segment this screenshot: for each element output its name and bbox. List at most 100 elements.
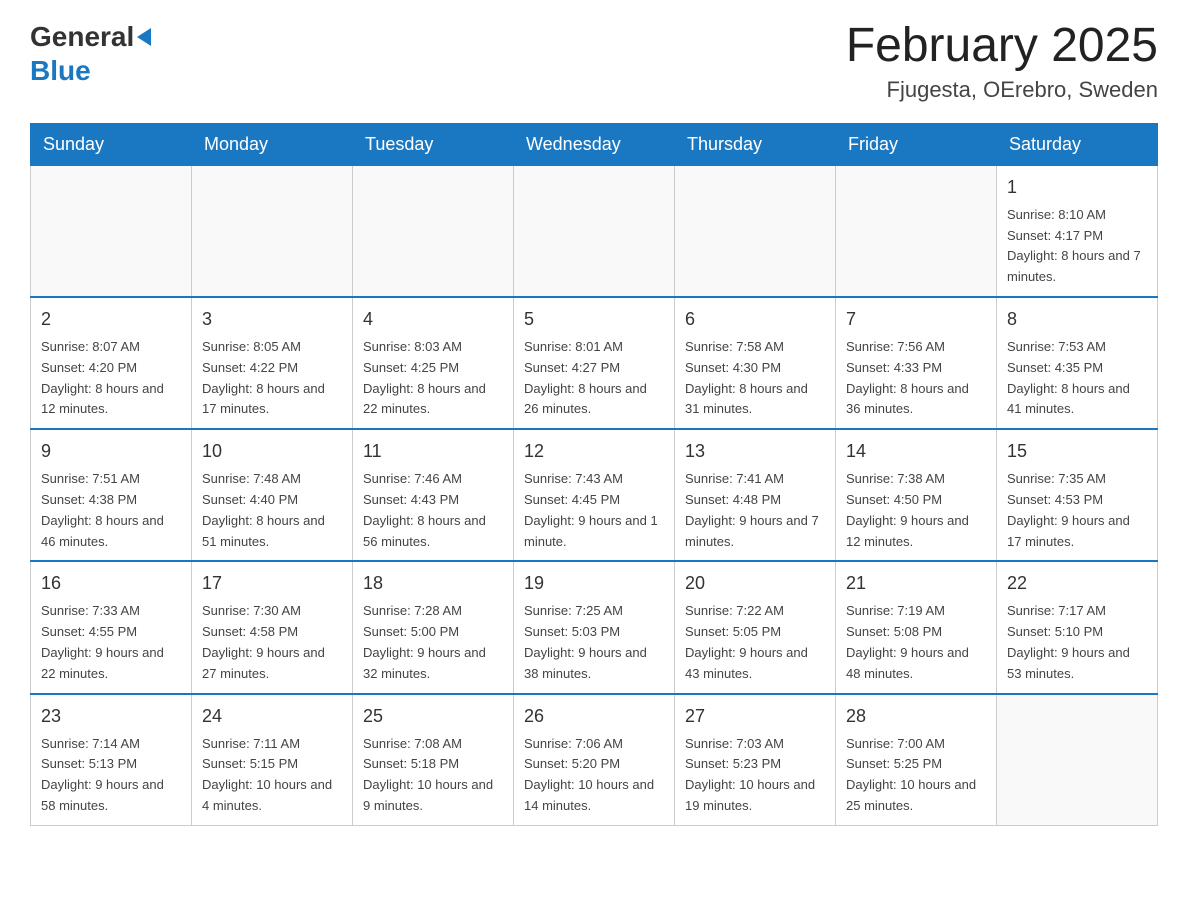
day-info: Sunrise: 7:53 AM Sunset: 4:35 PM Dayligh… xyxy=(1007,337,1147,420)
day-number: 18 xyxy=(363,570,503,597)
calendar-day-cell: 22 Sunrise: 7:17 AM Sunset: 5:10 PM Dayli… xyxy=(997,561,1158,693)
calendar-day-cell: 2 Sunrise: 8:07 AM Sunset: 4:20 PM Daylig… xyxy=(31,297,192,429)
calendar-day-cell: 26Sunrise: 7:06 AM Sunset: 5:20 PM Dayli… xyxy=(514,694,675,826)
calendar-week-row: 1 Sunrise: 8:10 AM Sunset: 4:17 PM Daylig… xyxy=(31,165,1158,297)
day-info: Sunrise: 7:48 AM Sunset: 4:40 PM Dayligh… xyxy=(202,469,342,552)
calendar-day-cell: 9Sunrise: 7:51 AM Sunset: 4:38 PM Daylig… xyxy=(31,429,192,561)
calendar-week-row: 2 Sunrise: 8:07 AM Sunset: 4:20 PM Daylig… xyxy=(31,297,1158,429)
day-number: 28 xyxy=(846,703,986,730)
day-number: 15 xyxy=(1007,438,1147,465)
day-info: Sunrise: 7:28 AM Sunset: 5:00 PM Dayligh… xyxy=(363,601,503,684)
calendar-day-cell: 12 Sunrise: 7:43 AM Sunset: 4:45 PM Dayli… xyxy=(514,429,675,561)
day-number: 16 xyxy=(41,570,181,597)
day-info: Sunrise: 7:35 AM Sunset: 4:53 PM Dayligh… xyxy=(1007,469,1147,552)
calendar-day-cell xyxy=(836,165,997,297)
day-number: 13 xyxy=(685,438,825,465)
calendar-day-cell: 21 Sunrise: 7:19 AM Sunset: 5:08 PM Dayli… xyxy=(836,561,997,693)
calendar-day-cell: 24 Sunrise: 7:11 AM Sunset: 5:15 PM Dayli… xyxy=(192,694,353,826)
day-number: 12 xyxy=(524,438,664,465)
calendar-day-cell: 1 Sunrise: 8:10 AM Sunset: 4:17 PM Daylig… xyxy=(997,165,1158,297)
calendar-day-cell xyxy=(353,165,514,297)
calendar-day-cell xyxy=(514,165,675,297)
day-number: 24 xyxy=(202,703,342,730)
day-number: 17 xyxy=(202,570,342,597)
day-number: 20 xyxy=(685,570,825,597)
calendar-day-cell: 27 Sunrise: 7:03 AM Sunset: 5:23 PM Dayli… xyxy=(675,694,836,826)
day-number: 9 xyxy=(41,438,181,465)
calendar-week-row: 16Sunrise: 7:33 AM Sunset: 4:55 PM Dayli… xyxy=(31,561,1158,693)
calendar-day-cell: 13 Sunrise: 7:41 AM Sunset: 4:48 PM Dayli… xyxy=(675,429,836,561)
day-info: Sunrise: 8:01 AM Sunset: 4:27 PM Dayligh… xyxy=(524,337,664,420)
weekday-header-monday: Monday xyxy=(192,123,353,165)
calendar-table: SundayMondayTuesdayWednesdayThursdayFrid… xyxy=(30,123,1158,826)
weekday-header-wednesday: Wednesday xyxy=(514,123,675,165)
page-header: General Blue February 2025 Fjugesta, OEr… xyxy=(30,20,1158,103)
day-number: 11 xyxy=(363,438,503,465)
day-info: Sunrise: 7:17 AM Sunset: 5:10 PM Dayligh… xyxy=(1007,601,1147,684)
day-info: Sunrise: 7:11 AM Sunset: 5:15 PM Dayligh… xyxy=(202,734,342,817)
day-info: Sunrise: 7:03 AM Sunset: 5:23 PM Dayligh… xyxy=(685,734,825,817)
day-info: Sunrise: 7:38 AM Sunset: 4:50 PM Dayligh… xyxy=(846,469,986,552)
logo-general: General xyxy=(30,20,134,54)
day-number: 26 xyxy=(524,703,664,730)
day-number: 4 xyxy=(363,306,503,333)
day-info: Sunrise: 7:14 AM Sunset: 5:13 PM Dayligh… xyxy=(41,734,181,817)
weekday-header-sunday: Sunday xyxy=(31,123,192,165)
day-info: Sunrise: 7:58 AM Sunset: 4:30 PM Dayligh… xyxy=(685,337,825,420)
location: Fjugesta, OErebro, Sweden xyxy=(846,77,1158,103)
day-info: Sunrise: 8:10 AM Sunset: 4:17 PM Dayligh… xyxy=(1007,205,1147,288)
day-info: Sunrise: 8:07 AM Sunset: 4:20 PM Dayligh… xyxy=(41,337,181,420)
day-info: Sunrise: 8:03 AM Sunset: 4:25 PM Dayligh… xyxy=(363,337,503,420)
day-info: Sunrise: 7:25 AM Sunset: 5:03 PM Dayligh… xyxy=(524,601,664,684)
calendar-day-cell: 17 Sunrise: 7:30 AM Sunset: 4:58 PM Dayli… xyxy=(192,561,353,693)
weekday-header-row: SundayMondayTuesdayWednesdayThursdayFrid… xyxy=(31,123,1158,165)
day-number: 10 xyxy=(202,438,342,465)
day-number: 3 xyxy=(202,306,342,333)
day-number: 1 xyxy=(1007,174,1147,201)
day-info: Sunrise: 7:56 AM Sunset: 4:33 PM Dayligh… xyxy=(846,337,986,420)
calendar-day-cell xyxy=(192,165,353,297)
day-number: 6 xyxy=(685,306,825,333)
calendar-week-row: 23 Sunrise: 7:14 AM Sunset: 5:13 PM Dayli… xyxy=(31,694,1158,826)
day-info: Sunrise: 7:08 AM Sunset: 5:18 PM Dayligh… xyxy=(363,734,503,817)
calendar-day-cell xyxy=(997,694,1158,826)
weekday-header-tuesday: Tuesday xyxy=(353,123,514,165)
calendar-day-cell: 5 Sunrise: 8:01 AM Sunset: 4:27 PM Daylig… xyxy=(514,297,675,429)
calendar-day-cell: 14 Sunrise: 7:38 AM Sunset: 4:50 PM Dayli… xyxy=(836,429,997,561)
day-info: Sunrise: 7:30 AM Sunset: 4:58 PM Dayligh… xyxy=(202,601,342,684)
day-number: 14 xyxy=(846,438,986,465)
calendar-day-cell: 10 Sunrise: 7:48 AM Sunset: 4:40 PM Dayli… xyxy=(192,429,353,561)
logo: General Blue xyxy=(30,20,151,87)
day-number: 2 xyxy=(41,306,181,333)
day-number: 21 xyxy=(846,570,986,597)
day-number: 7 xyxy=(846,306,986,333)
calendar-day-cell: 15 Sunrise: 7:35 AM Sunset: 4:53 PM Dayli… xyxy=(997,429,1158,561)
calendar-day-cell: 4 Sunrise: 8:03 AM Sunset: 4:25 PM Daylig… xyxy=(353,297,514,429)
day-number: 8 xyxy=(1007,306,1147,333)
calendar-day-cell: 28 Sunrise: 7:00 AM Sunset: 5:25 PM Dayli… xyxy=(836,694,997,826)
day-number: 22 xyxy=(1007,570,1147,597)
day-info: Sunrise: 7:43 AM Sunset: 4:45 PM Dayligh… xyxy=(524,469,664,552)
day-number: 19 xyxy=(524,570,664,597)
calendar-day-cell: 11 Sunrise: 7:46 AM Sunset: 4:43 PM Dayli… xyxy=(353,429,514,561)
day-info: Sunrise: 7:46 AM Sunset: 4:43 PM Dayligh… xyxy=(363,469,503,552)
calendar-day-cell: 23 Sunrise: 7:14 AM Sunset: 5:13 PM Dayli… xyxy=(31,694,192,826)
day-info: Sunrise: 7:00 AM Sunset: 5:25 PM Dayligh… xyxy=(846,734,986,817)
calendar-day-cell: 6 Sunrise: 7:58 AM Sunset: 4:30 PM Daylig… xyxy=(675,297,836,429)
day-number: 5 xyxy=(524,306,664,333)
day-info: Sunrise: 7:41 AM Sunset: 4:48 PM Dayligh… xyxy=(685,469,825,552)
day-info: Sunrise: 7:19 AM Sunset: 5:08 PM Dayligh… xyxy=(846,601,986,684)
title-block: February 2025 Fjugesta, OErebro, Sweden xyxy=(846,20,1158,103)
day-number: 23 xyxy=(41,703,181,730)
calendar-day-cell xyxy=(675,165,836,297)
weekday-header-thursday: Thursday xyxy=(675,123,836,165)
calendar-day-cell: 19 Sunrise: 7:25 AM Sunset: 5:03 PM Dayli… xyxy=(514,561,675,693)
day-info: Sunrise: 7:22 AM Sunset: 5:05 PM Dayligh… xyxy=(685,601,825,684)
logo-arrow-icon xyxy=(137,28,151,46)
day-number: 25 xyxy=(363,703,503,730)
weekday-header-saturday: Saturday xyxy=(997,123,1158,165)
weekday-header-friday: Friday xyxy=(836,123,997,165)
calendar-day-cell: 25 Sunrise: 7:08 AM Sunset: 5:18 PM Dayli… xyxy=(353,694,514,826)
logo-blue: Blue xyxy=(30,54,91,88)
day-number: 27 xyxy=(685,703,825,730)
